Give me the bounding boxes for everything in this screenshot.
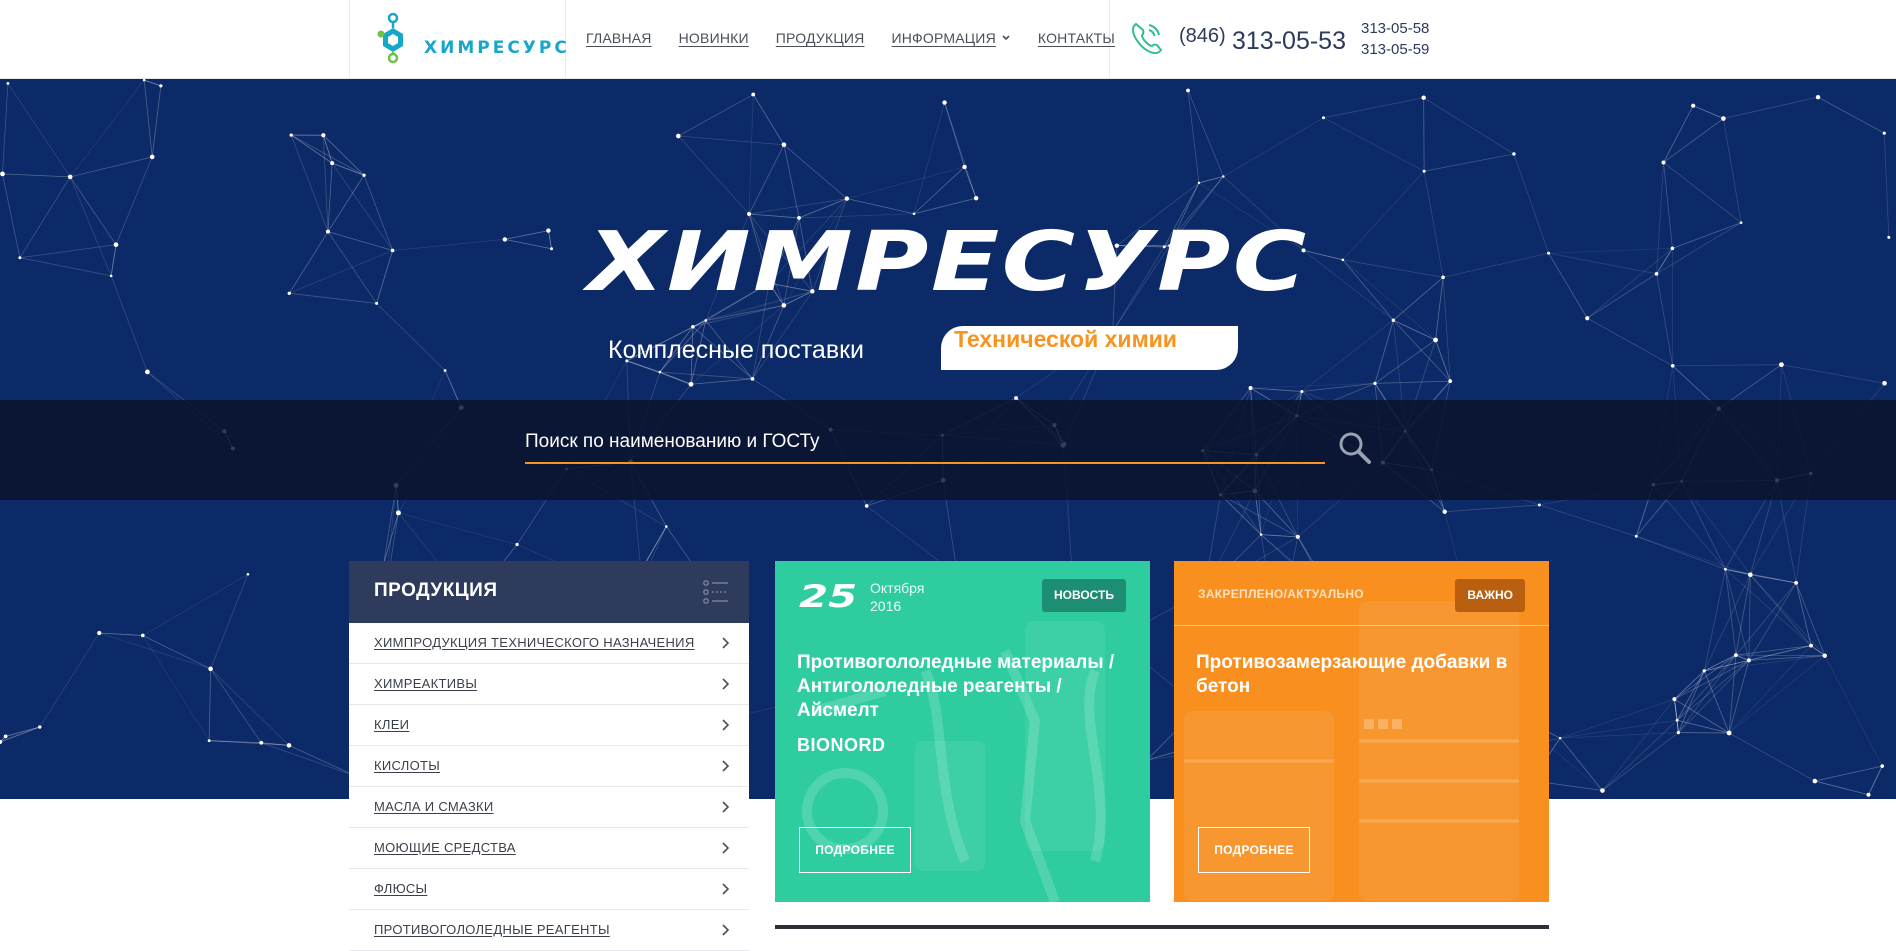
product-menu-item[interactable]: ХИМПРОДУКЦИЯ ТЕХНИЧЕСКОГО НАЗНАЧЕНИЯ bbox=[349, 623, 749, 664]
site-header: ХИМРЕСУРС ГЛАВНАЯ НОВИНКИ ПРОДУКЦИЯ ИНФО… bbox=[0, 0, 1896, 79]
product-menu-item[interactable]: МАСЛА И СМАЗКИ bbox=[349, 787, 749, 828]
search-input[interactable] bbox=[525, 422, 1325, 464]
product-menu-item-label: МОЮЩИЕ СРЕДСТВА bbox=[374, 840, 516, 855]
news-date-month: Октября bbox=[870, 580, 924, 596]
product-menu-item[interactable]: ПРОТИВОГОЛОЛЕДНЫЕ РЕАГЕНТЫ bbox=[349, 910, 749, 951]
nav-item-products[interactable]: ПРОДУКЦИЯ bbox=[776, 30, 865, 46]
pinned-label: ЗАКРЕПЛЕНО/АКТУАЛЬНО bbox=[1198, 587, 1364, 601]
product-menu-item-label: ХИМПРОДУКЦИЯ ТЕХНИЧЕСКОГО НАЗНАЧЕНИЯ bbox=[374, 635, 695, 650]
hero-badge: Технической химии bbox=[941, 326, 1238, 370]
product-menu-item-label: ХИМРЕАКТИВЫ bbox=[374, 676, 477, 691]
header-container: ХИМРЕСУРС ГЛАВНАЯ НОВИНКИ ПРОДУКЦИЯ ИНФО… bbox=[349, 0, 1549, 78]
phone-code: (846) bbox=[1179, 25, 1226, 48]
chevron-right-icon bbox=[721, 718, 730, 732]
product-menu-item[interactable]: ФЛЮСЫ bbox=[349, 869, 749, 910]
product-menu-item-label: КЛЕИ bbox=[374, 717, 409, 732]
logo-text: ХИМРЕСУРС bbox=[424, 38, 570, 58]
site-logo[interactable]: ХИМРЕСУРС bbox=[373, 12, 523, 64]
news-title[interactable]: Противогололедные материалы / Антигололе… bbox=[797, 651, 1132, 723]
pinned-card[interactable]: ЗАКРЕПЛЕНО/АКТУАЛЬНО ВАЖНО Противозамерз… bbox=[1174, 561, 1549, 902]
chevron-right-icon bbox=[721, 923, 730, 937]
header-divider bbox=[349, 0, 350, 78]
important-tag: ВАЖНО bbox=[1455, 579, 1525, 612]
news-date-day: 25 bbox=[799, 579, 857, 615]
logo-molecule-icon bbox=[373, 12, 413, 64]
search-icon[interactable] bbox=[1337, 430, 1373, 466]
main-nav: ГЛАВНАЯ НОВИНКИ ПРОДУКЦИЯ ИНФОРМАЦИЯ КОН… bbox=[586, 30, 1115, 46]
phone-alt[interactable]: 313-05-59 bbox=[1361, 41, 1429, 58]
product-menu-header: ПРОДУКЦИЯ bbox=[349, 561, 749, 623]
nav-item-info[interactable]: ИНФОРМАЦИЯ bbox=[891, 30, 1010, 46]
chevron-right-icon bbox=[721, 677, 730, 691]
card-divider bbox=[1174, 625, 1549, 626]
chevron-right-icon bbox=[721, 759, 730, 773]
nav-item-info-label: ИНФОРМАЦИЯ bbox=[891, 30, 995, 46]
chevron-down-icon bbox=[1001, 34, 1011, 42]
hero-title: ХИМРЕСУРС bbox=[0, 222, 1896, 304]
nav-item-new[interactable]: НОВИНКИ bbox=[679, 30, 749, 46]
news-source: BIONORD bbox=[797, 735, 886, 756]
hero-subtitle: Комплесные поставки bbox=[608, 336, 864, 365]
chevron-right-icon bbox=[721, 882, 730, 896]
product-menu-item-label: МАСЛА И СМАЗКИ bbox=[374, 799, 494, 814]
product-menu-item[interactable]: МОЮЩИЕ СРЕДСТВА bbox=[349, 828, 749, 869]
next-section-edge bbox=[775, 925, 1549, 929]
pinned-title[interactable]: Противозамерзающие добавки в бетон bbox=[1196, 651, 1531, 699]
product-menu-title: ПРОДУКЦИЯ bbox=[374, 580, 497, 602]
news-tag: НОВОСТЬ bbox=[1042, 579, 1126, 612]
news-date-year: 2016 bbox=[870, 598, 901, 614]
news-more-button[interactable]: ПОДРОБНЕЕ bbox=[799, 827, 911, 873]
product-menu-item-label: ФЛЮСЫ bbox=[374, 881, 427, 896]
news-card[interactable]: 25 Октября 2016 НОВОСТЬ Противогололедны… bbox=[775, 561, 1150, 902]
product-menu-item[interactable]: КИСЛОТЫ bbox=[349, 746, 749, 787]
nav-item-home[interactable]: ГЛАВНАЯ bbox=[586, 30, 652, 46]
product-menu: ПРОДУКЦИЯ ХИМПРОДУКЦИЯ ТЕХНИЧЕСКОГО НАЗН… bbox=[349, 561, 749, 929]
search-bar bbox=[0, 400, 1896, 500]
phone-alt[interactable]: 313-05-58 bbox=[1361, 20, 1429, 37]
product-menu-item-label: КИСЛОТЫ bbox=[374, 758, 440, 773]
product-menu-item[interactable]: КЛЕИ bbox=[349, 705, 749, 746]
phone-main[interactable]: 313-05-53 bbox=[1232, 27, 1346, 56]
hero-badge-text: Технической химии bbox=[954, 326, 1177, 353]
chevron-right-icon bbox=[721, 800, 730, 814]
chevron-right-icon bbox=[721, 841, 730, 855]
list-icon[interactable] bbox=[702, 578, 730, 606]
nav-item-contacts[interactable]: КОНТАКТЫ bbox=[1038, 30, 1115, 46]
product-menu-item[interactable]: ХИМРЕАКТИВЫ bbox=[349, 664, 749, 705]
phone-icon bbox=[1129, 19, 1165, 57]
product-menu-item-label: ПРОТИВОГОЛОЛЕДНЫЕ РЕАГЕНТЫ bbox=[374, 922, 610, 937]
chevron-right-icon bbox=[721, 636, 730, 650]
pinned-more-button[interactable]: ПОДРОБНЕЕ bbox=[1198, 827, 1310, 873]
